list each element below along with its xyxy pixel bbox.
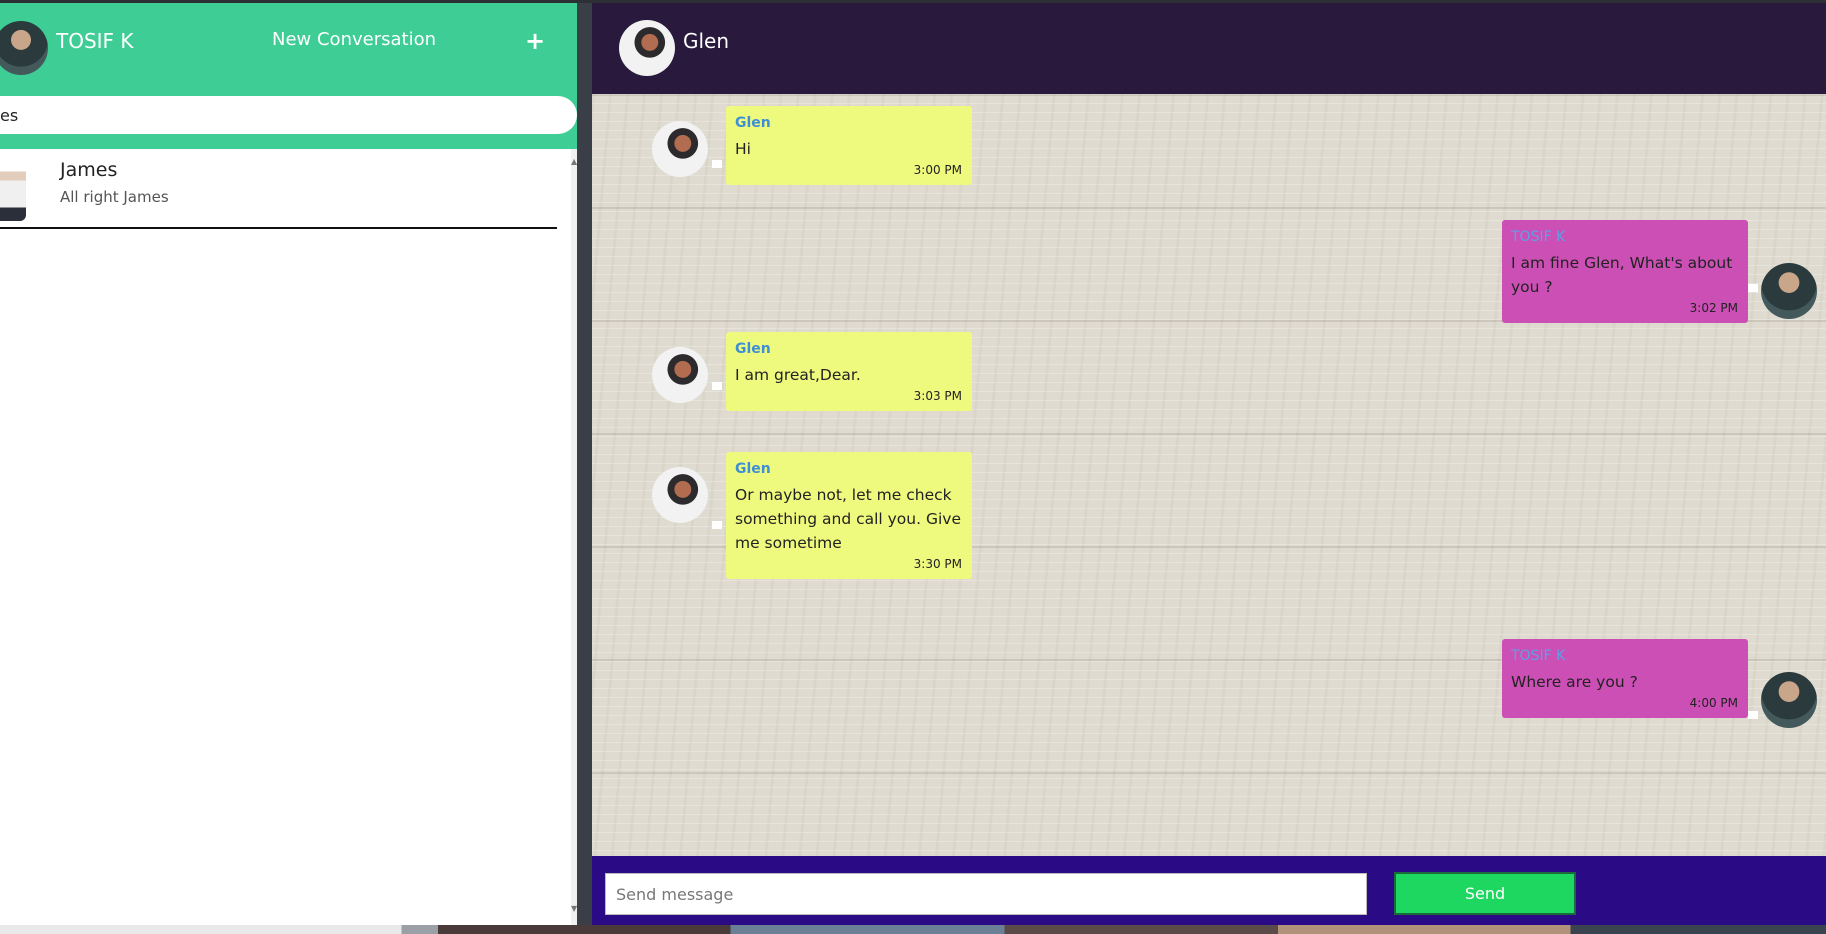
message-text: I am fine Glen, What's about you ? <box>1511 254 1733 296</box>
message-text: I am great,Dear. <box>735 366 861 384</box>
message-bubble-outgoing: TOSIF K Where are you ? 4:00 PM <box>1502 639 1748 718</box>
message-sender: TOSIF K <box>1511 648 1566 664</box>
message-input[interactable] <box>605 873 1367 915</box>
bubble-tail <box>712 521 722 529</box>
message-sender: Glen <box>735 115 771 131</box>
conversation-avatar <box>0 159 26 221</box>
scroll-up-arrow-icon[interactable]: ▲ <box>571 157 577 166</box>
scroll-down-arrow-icon[interactable]: ▼ <box>571 904 577 913</box>
message-bubble-incoming: Glen I am great,Dear. 3:03 PM <box>726 332 972 411</box>
bubble-tail <box>1748 284 1758 292</box>
message-avatar <box>652 467 708 523</box>
message-composer: Send <box>592 856 1826 925</box>
message-bubble-incoming: Glen Hi 3:00 PM <box>726 106 972 185</box>
bubble-tail <box>1748 711 1758 719</box>
message-bubble-incoming: Glen Or maybe not, let me check somethin… <box>726 452 972 579</box>
desktop-background-strip <box>0 925 1826 934</box>
conversation-preview: All right James <box>60 188 169 206</box>
message-sender: Glen <box>735 461 771 477</box>
message-text: Where are you ? <box>1511 673 1638 691</box>
message-sender: Glen <box>735 341 771 357</box>
conversation-list: James All right James <box>0 149 572 925</box>
sidebar-scrollbar[interactable]: ▲ ▼ <box>571 149 577 925</box>
search-input[interactable] <box>0 96 577 134</box>
user-name: TOSIF K <box>56 29 134 53</box>
contact-avatar[interactable] <box>619 20 675 76</box>
message-time: 4:00 PM <box>1689 696 1738 710</box>
contact-name: Glen <box>683 29 730 53</box>
message-avatar <box>1761 263 1817 319</box>
message-area: Glen Hi 3:00 PM TOSIF K I am fine Glen, … <box>592 94 1826 856</box>
chat-header: Glen <box>592 3 1826 94</box>
message-time: 3:30 PM <box>913 557 962 571</box>
message-time: 3:02 PM <box>1689 301 1738 315</box>
send-button[interactable]: Send <box>1394 872 1576 915</box>
conversation-item[interactable]: James All right James <box>0 149 557 229</box>
sidebar: TOSIF K New Conversation + James All rig… <box>0 3 577 925</box>
sidebar-header: TOSIF K New Conversation + <box>0 3 577 149</box>
plus-icon[interactable]: + <box>525 27 545 55</box>
message-time: 3:03 PM <box>913 389 962 403</box>
conversation-name: James <box>60 159 118 181</box>
message-avatar <box>1761 672 1817 728</box>
message-text: Hi <box>735 140 751 158</box>
message-text: Or maybe not, let me check something and… <box>735 486 961 552</box>
new-conversation-label[interactable]: New Conversation <box>272 29 436 50</box>
message-time: 3:00 PM <box>913 163 962 177</box>
message-sender: TOSIF K <box>1511 229 1566 245</box>
message-avatar <box>652 347 708 403</box>
chat-panel: Glen Glen Hi 3:00 PM TOSIF K I am fine G… <box>592 3 1826 925</box>
message-avatar <box>652 121 708 177</box>
bubble-tail <box>712 382 722 390</box>
bubble-tail <box>712 160 722 168</box>
user-avatar[interactable] <box>0 21 48 75</box>
message-bubble-outgoing: TOSIF K I am fine Glen, What's about you… <box>1502 220 1748 323</box>
